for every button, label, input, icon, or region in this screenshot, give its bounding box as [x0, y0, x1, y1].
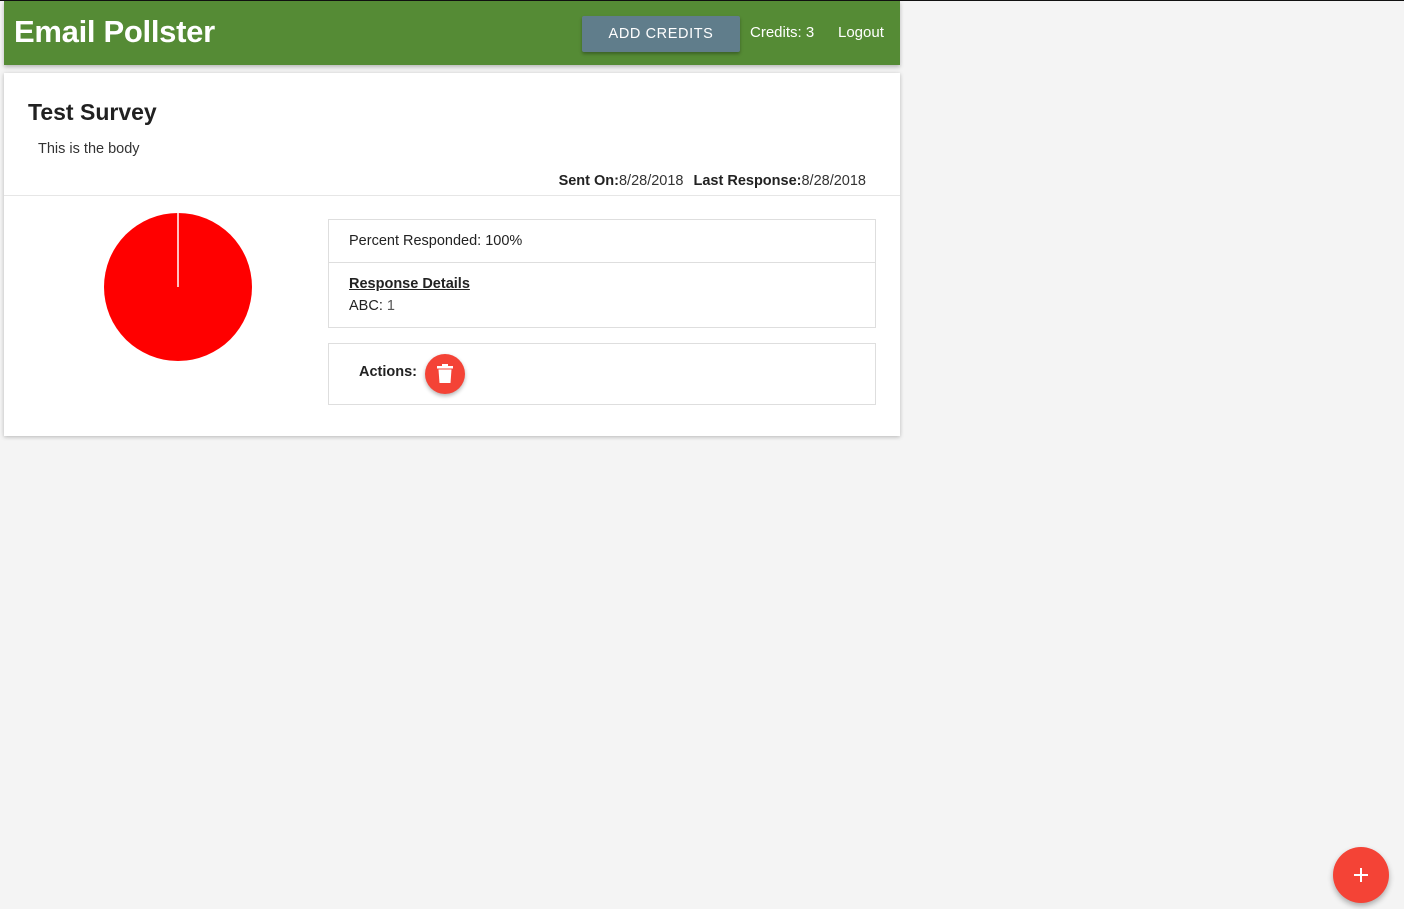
add-credits-button[interactable]: ADD CREDITS — [582, 16, 740, 52]
credits-count: Credits: 3 — [750, 24, 815, 41]
survey-title: Test Survey — [28, 99, 157, 125]
response-pie-chart — [104, 213, 252, 361]
last-response-value: 8/28/2018 — [801, 173, 866, 189]
actions-label: Actions: — [359, 364, 417, 380]
stats-list: Percent Responded: 100% Response Details… — [328, 219, 876, 328]
logout-link[interactable]: Logout — [838, 24, 884, 41]
survey-card: Test Survey This is the body Sent On:8/2… — [4, 73, 900, 436]
actions-panel: Actions: — [328, 343, 876, 405]
brand-logo[interactable]: Email Pollster — [14, 14, 215, 50]
plus-icon — [1354, 868, 1368, 882]
sent-on-value: 8/28/2018 — [618, 173, 684, 189]
survey-dates: Sent On:8/28/2018 Last Response:8/28/2018 — [559, 173, 866, 189]
card-divider — [4, 195, 900, 196]
add-survey-button[interactable] — [1333, 847, 1389, 903]
last-response-label: Last Response: — [693, 173, 802, 189]
navbar: Email Pollster ADD CREDITS Credits: 3 Lo… — [4, 1, 900, 65]
response-details: Response Details ABC: 1 — [329, 263, 875, 327]
response-detail-value: 1 — [386, 298, 395, 314]
trash-icon — [437, 364, 453, 383]
survey-body: This is the body — [38, 141, 140, 157]
response-detail-row: ABC: 1 — [349, 298, 395, 314]
sent-on-label: Sent On: — [558, 173, 619, 189]
response-detail-label: ABC — [349, 298, 379, 314]
percent-responded: Percent Responded: 100% — [329, 220, 875, 263]
response-details-title: Response Details — [349, 276, 470, 292]
delete-survey-button[interactable] — [425, 354, 465, 394]
